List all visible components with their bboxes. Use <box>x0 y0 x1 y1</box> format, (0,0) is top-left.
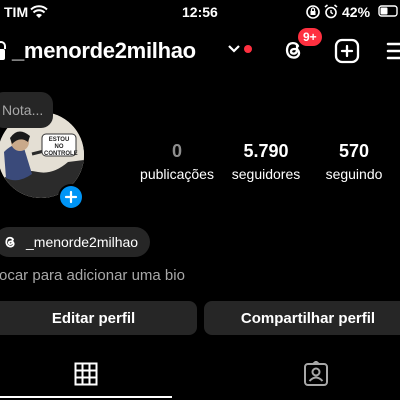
stat-followers[interactable]: 5.790 seguidores <box>224 141 308 182</box>
stat-following[interactable]: 570 seguindo <box>318 141 390 182</box>
grid-tab-indicator <box>0 396 172 398</box>
lock-icon <box>0 41 6 60</box>
note-bubble[interactable]: Nota... <box>0 92 54 128</box>
threads-icon <box>5 236 15 248</box>
threads-badge: 9+ <box>298 28 322 46</box>
stat-followers-value: 5.790 <box>243 141 289 161</box>
stat-posts-label: publicações <box>140 166 214 182</box>
screen-lock-icon <box>306 5 320 19</box>
battery-percent: 42% <box>342 4 371 20</box>
notification-dot <box>244 45 252 53</box>
wifi-icon <box>30 5 48 18</box>
carrier-label: TIM <box>4 4 29 20</box>
username-switcher[interactable]: _menorde2milhao <box>12 38 196 64</box>
threads-chip-label: _menorde2milhao <box>26 234 139 250</box>
stat-followers-label: seguidores <box>231 166 301 182</box>
menu-icon[interactable] <box>386 40 400 62</box>
battery-icon <box>378 5 398 17</box>
stat-following-value: 570 <box>338 141 370 161</box>
edit-profile-button[interactable]: Editar perfil <box>0 301 197 335</box>
alarm-icon <box>324 4 338 19</box>
stat-following-label: seguindo <box>325 166 383 182</box>
threads-profile-chip[interactable]: _menorde2milhao <box>0 227 151 257</box>
add-story-icon <box>60 186 82 208</box>
avatar-caption: ESTOU NO CONTROLE <box>44 137 78 157</box>
tagged-icon[interactable] <box>303 361 329 387</box>
chevron-down-icon[interactable] <box>227 44 241 54</box>
add-bio-hint[interactable]: ocar para adicionar uma bio <box>0 267 185 284</box>
stat-posts-value: 0 <box>171 141 182 161</box>
stat-posts[interactable]: 0 publicações <box>136 141 218 182</box>
add-story-button[interactable] <box>58 184 84 210</box>
add-post-icon[interactable] <box>334 38 360 64</box>
share-profile-button[interactable]: Compartilhar perfil <box>204 301 400 335</box>
clock: 12:56 <box>182 4 218 20</box>
grid-icon[interactable] <box>74 362 98 386</box>
